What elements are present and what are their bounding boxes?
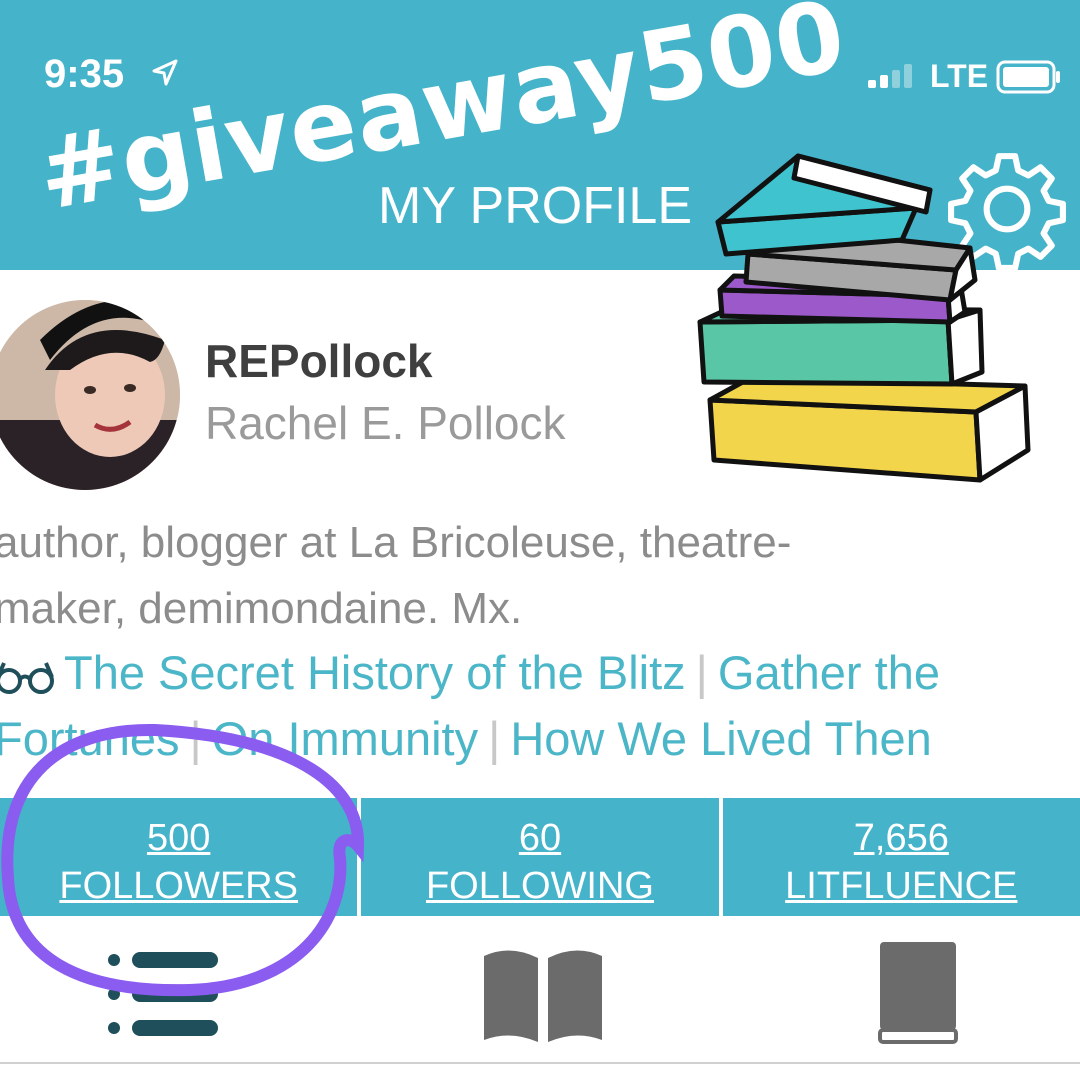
list-view-icon[interactable] — [104, 948, 220, 1040]
reading-glasses-icon — [0, 661, 54, 694]
followers-count: 500 — [146, 817, 211, 859]
following-label: FOLLOWING — [425, 865, 654, 907]
litfluence-label: LITFLUENCE — [785, 865, 1018, 907]
open-book-icon[interactable] — [480, 944, 606, 1044]
avatar[interactable] — [0, 300, 180, 490]
currently-reading-links: The Secret History of the Blitz | Gather t… — [0, 640, 1080, 772]
litfluence-stat[interactable]: 7,656 LITFLUENCE — [723, 798, 1080, 916]
following-stat[interactable]: 60 FOLLOWING — [361, 798, 723, 916]
full-name: Rachel E. Pollock — [205, 397, 566, 449]
book-link[interactable]: Gather the — [718, 646, 940, 699]
book-link[interactable]: Fortunes — [0, 712, 179, 765]
bio-line: author, blogger at La Bricoleuse, theatr… — [0, 518, 792, 567]
profile-tab-bar — [0, 920, 1080, 1070]
battery-icon — [996, 60, 1060, 94]
signal-icon — [868, 64, 912, 88]
book-stack-illustration — [697, 153, 1031, 483]
network-type: LTE — [930, 58, 989, 94]
followers-stat[interactable]: 500 FOLLOWERS — [0, 798, 362, 916]
username: REPollock — [205, 335, 433, 387]
book-link[interactable]: The Secret History of the Blitz — [64, 646, 686, 699]
book-link[interactable]: How We Lived Then — [510, 712, 932, 765]
followers-label: FOLLOWERS — [59, 865, 298, 907]
litfluence-count: 7,656 — [853, 817, 949, 859]
profile-photo — [0, 300, 180, 490]
bio-line: maker, demimondaine. Mx. — [0, 584, 523, 633]
following-count: 60 — [518, 817, 562, 859]
book-link[interactable]: On Immunity — [212, 712, 478, 765]
location-arrow-icon — [152, 59, 178, 86]
page-title: MY PROFILE — [378, 177, 693, 235]
profile-stats-bar: 500 FOLLOWERS 60 FOLLOWING 7,656 LITFLUE… — [0, 798, 1080, 916]
profile-bio: author, blogger at La Bricoleuse, theatr… — [0, 510, 1080, 642]
divider — [0, 1062, 1080, 1064]
closed-book-icon[interactable] — [876, 940, 960, 1044]
status-time: 9:35 — [44, 52, 125, 96]
